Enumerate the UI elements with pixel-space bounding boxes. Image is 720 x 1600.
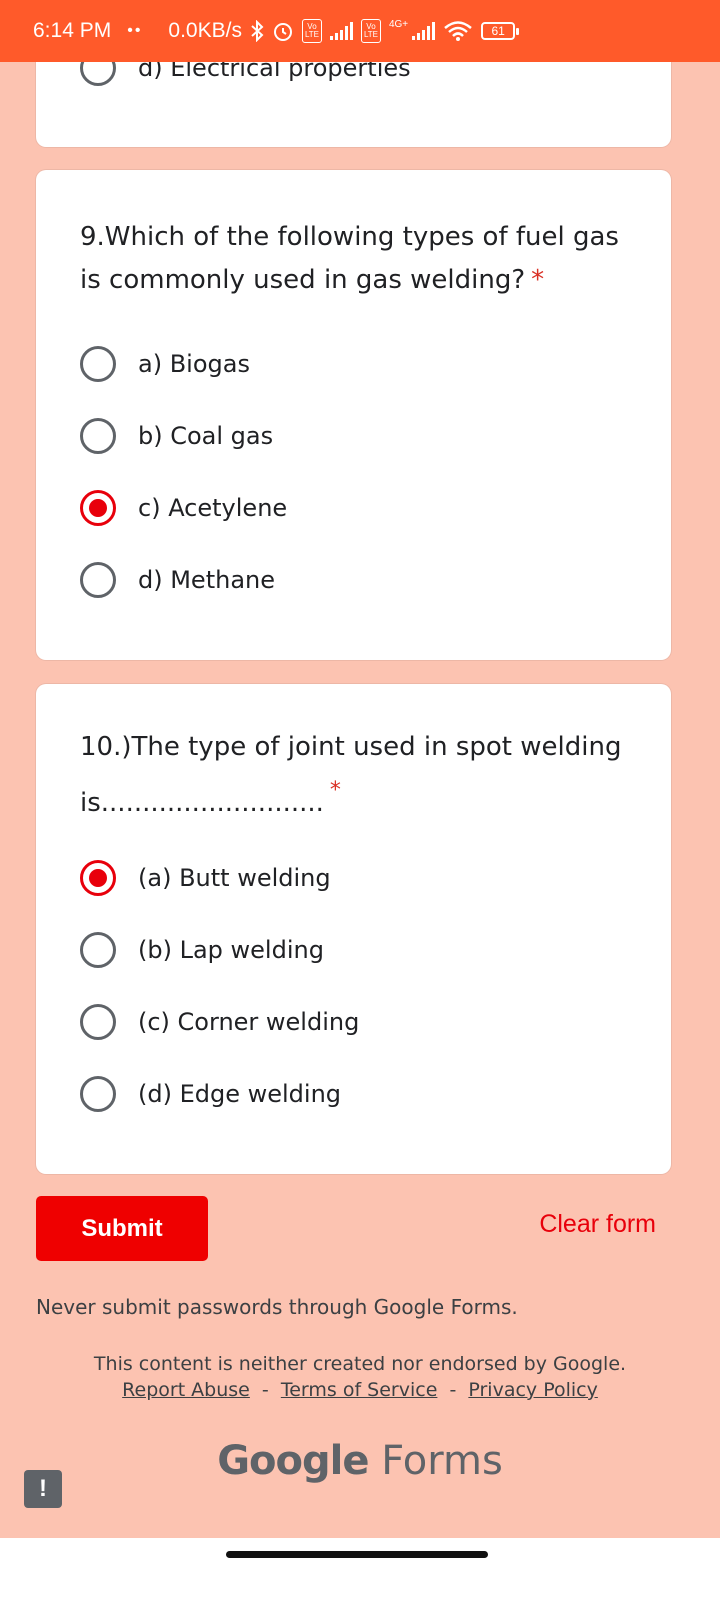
network-type: 4G+ — [388, 19, 409, 30]
radio-button[interactable] — [80, 932, 116, 968]
status-time: 6:14 PM — [33, 19, 112, 42]
home-indicator[interactable] — [226, 1551, 488, 1558]
question-text-line2: is........................... — [80, 788, 324, 818]
radio-button[interactable] — [80, 1004, 116, 1040]
option-butt-welding[interactable]: (a) Butt welding — [80, 858, 331, 898]
required-asterisk: * — [531, 265, 545, 295]
navigation-bar — [0, 1538, 720, 1600]
radio-button[interactable] — [80, 346, 116, 382]
question-text-line1: 10.)The type of joint used in spot weldi… — [80, 732, 622, 762]
terms-of-service-link[interactable]: Terms of Service — [281, 1379, 438, 1401]
password-warning: Never submit passwords through Google Fo… — [36, 1295, 518, 1319]
option-label: b) Coal gas — [138, 422, 274, 450]
radio-button[interactable] — [80, 418, 116, 454]
option-coal-gas[interactable]: b) Coal gas — [80, 416, 273, 456]
brand-google: Google — [217, 1438, 369, 1484]
radio-button[interactable] — [80, 562, 116, 598]
battery-level: 61 — [491, 24, 505, 38]
option-label: d) Methane — [138, 566, 276, 594]
submit-button[interactable]: Submit — [36, 1196, 208, 1261]
question-title: 9.Which of the following types of fuel g… — [80, 216, 640, 302]
network-speed: 0.0KB/s — [168, 19, 242, 42]
status-bar: 6:14 PM •• 0.0KB/s Vo LTE Vo LTE 4G+ 61 — [0, 0, 720, 62]
option-acetylene[interactable]: c) Acetylene — [80, 488, 287, 528]
option-lap-welding[interactable]: (b) Lap welding — [80, 930, 324, 970]
wifi-icon — [443, 19, 473, 43]
option-label: (c) Corner welding — [138, 1008, 360, 1036]
option-label: (b) Lap welding — [138, 936, 324, 964]
report-abuse-link[interactable]: Report Abuse — [122, 1379, 250, 1401]
required-asterisk: * — [329, 778, 341, 803]
volte-icon: Vo LTE — [301, 19, 322, 43]
question-card-9: 9.Which of the following types of fuel g… — [36, 170, 671, 660]
question-card-10: 10.)The type of joint used in spot weldi… — [36, 684, 671, 1174]
option-label: (d) Edge welding — [138, 1080, 342, 1108]
bluetooth-icon — [250, 19, 264, 43]
notification-dots: •• — [127, 22, 143, 39]
signal-icon — [329, 22, 353, 40]
option-methane[interactable]: d) Methane — [80, 560, 275, 600]
option-edge-welding[interactable]: (d) Edge welding — [80, 1074, 341, 1114]
footer-links: Report Abuse - Terms of Service - Privac… — [0, 1377, 720, 1403]
option-corner-welding[interactable]: (c) Corner welding — [80, 1002, 359, 1042]
link-separator: - — [449, 1379, 457, 1401]
battery-icon: 61 — [481, 22, 520, 40]
question-title: 10.)The type of joint used in spot weldi… — [80, 726, 640, 825]
option-biogas[interactable]: a) Biogas — [80, 344, 250, 384]
google-forms-logo[interactable]: Google Forms — [0, 1438, 720, 1484]
report-issue-icon[interactable]: ! — [24, 1470, 62, 1508]
radio-button-selected[interactable] — [80, 490, 116, 526]
link-separator: - — [261, 1379, 269, 1401]
radio-button-selected[interactable] — [80, 860, 116, 896]
option-label: a) Biogas — [138, 350, 250, 378]
option-label: c) Acetylene — [138, 494, 288, 522]
brand-forms: Forms — [381, 1438, 503, 1484]
radio-button[interactable] — [80, 1076, 116, 1112]
signal-icon-2 — [412, 22, 436, 40]
clear-form-button[interactable]: Clear form — [539, 1210, 656, 1239]
disclaimer-text: This content is neither created nor endo… — [93, 1353, 627, 1375]
footer-disclaimer: This content is neither created nor endo… — [0, 1351, 720, 1403]
volte-icon-2: Vo LTE — [360, 19, 381, 43]
option-label: (a) Butt welding — [138, 864, 331, 892]
privacy-policy-link[interactable]: Privacy Policy — [468, 1379, 597, 1401]
alarm-icon — [272, 19, 294, 43]
